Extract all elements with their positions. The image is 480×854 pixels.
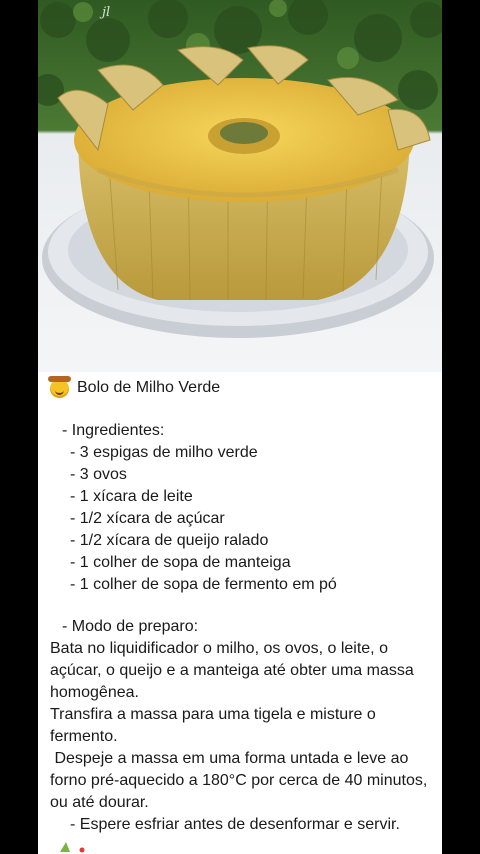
ingredient-item: - 1/2 xícara de queijo ralado (70, 532, 269, 549)
method-final-step: - Espere esfriar antes de desenformar e … (70, 816, 400, 833)
ingredients-heading: - Ingredientes: (62, 422, 165, 439)
ingredient-item: - 1 xícara de leite (70, 488, 193, 505)
recipe-title: Bolo de Milho Verde (77, 379, 221, 396)
method-step: Despeje a massa em uma forma untada e le… (50, 750, 432, 811)
ingredient-item: - 1/2 xícara de açúcar (70, 510, 225, 527)
recipe-text: Bolo de Milho Verde - Ingredientes: - 3 … (48, 375, 436, 836)
post-card: jl Bolo de Milho Verde - Ingredientes: -… (38, 0, 442, 854)
ingredient-item: - 3 espigas de milho verde (70, 444, 258, 461)
corn-cake-photo: jl (38, 0, 442, 372)
ingredient-item: - 1 colher de sopa de manteiga (70, 554, 291, 571)
cowboy-face-emoji-icon (48, 375, 71, 398)
partial-emoji-icons (60, 842, 85, 853)
method-step: Transfira a massa para uma tigela e mist… (50, 706, 376, 745)
ingredient-item: - 1 colher de sopa de fermento em pó (70, 576, 337, 593)
recipe-title-row: Bolo de Milho Verde (48, 375, 436, 400)
method-heading: - Modo de preparo: (62, 618, 199, 635)
ingredient-item: - 3 ovos (70, 466, 127, 483)
method-step: Bata no liquidificador o milho, os ovos,… (50, 640, 414, 701)
